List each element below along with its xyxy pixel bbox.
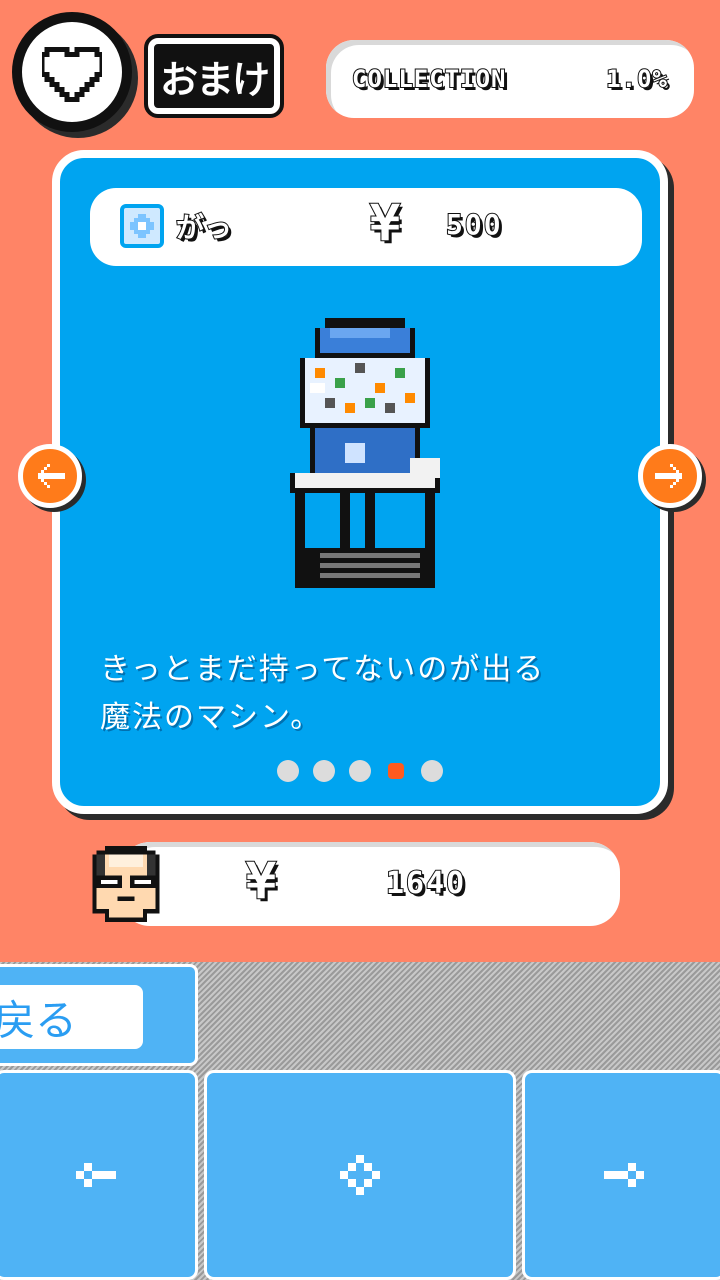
item-info-bar: がっ ¥ 500 bbox=[90, 188, 642, 266]
item-label: がっ bbox=[175, 210, 233, 245]
page-dot-active bbox=[388, 763, 404, 779]
page-dot bbox=[313, 760, 335, 782]
item-price: 500 bbox=[445, 207, 503, 242]
avatar bbox=[92, 846, 160, 922]
gacha-machine-image bbox=[290, 318, 440, 588]
right-control-button[interactable] bbox=[522, 1070, 720, 1280]
page-dot bbox=[421, 760, 443, 782]
back-button[interactable]: 戻る bbox=[0, 985, 143, 1049]
wallet-amount: 1640 bbox=[385, 865, 467, 902]
next-item-button[interactable] bbox=[638, 444, 702, 508]
heart-badge[interactable] bbox=[12, 12, 132, 132]
arrow-right-icon bbox=[655, 464, 682, 488]
yen-icon: ¥ bbox=[245, 851, 277, 911]
left-control-button[interactable] bbox=[0, 1070, 198, 1280]
arrow-left-icon bbox=[38, 464, 65, 488]
collection-panel: COLLECTION 1.0% bbox=[326, 40, 694, 118]
arrow-right-icon bbox=[604, 1163, 644, 1187]
arrow-left-icon bbox=[76, 1163, 116, 1187]
page-indicator bbox=[60, 760, 660, 782]
item-description: きっとまだ持ってないのが出る 魔法のマシン。 bbox=[100, 652, 546, 735]
diamond-icon bbox=[340, 1155, 380, 1195]
center-control-button[interactable] bbox=[204, 1070, 516, 1280]
capsule-icon bbox=[120, 204, 164, 248]
collection-value: 1.0% bbox=[605, 64, 668, 94]
yen-icon: ¥ bbox=[369, 193, 401, 253]
page-title: おまけ bbox=[144, 34, 284, 118]
back-panel: 戻る bbox=[0, 964, 198, 1066]
wallet-panel: ¥ 1640 bbox=[120, 842, 620, 926]
page-dot bbox=[349, 760, 371, 782]
collection-label: COLLECTION bbox=[351, 64, 507, 94]
prev-item-button[interactable] bbox=[18, 444, 82, 508]
heart-icon bbox=[42, 47, 102, 102]
item-card: がっ ¥ 500 きっとまだ持ってないのが出る 魔法のマシン。 bbox=[52, 150, 668, 814]
page-dot bbox=[277, 760, 299, 782]
